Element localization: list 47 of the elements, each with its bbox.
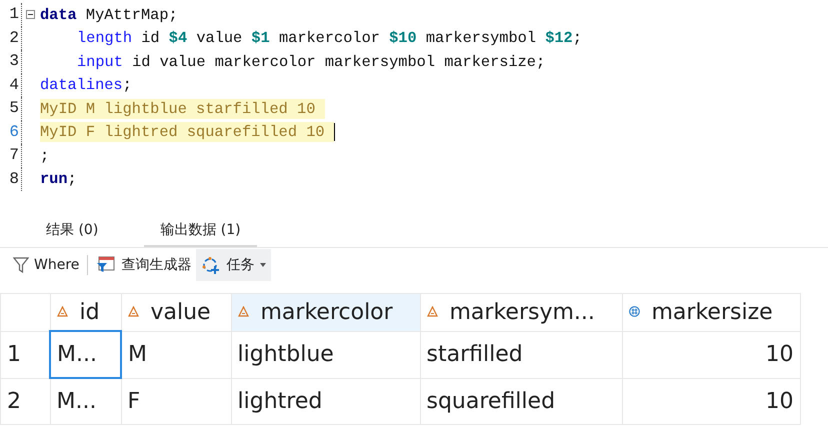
numeric-icon bbox=[628, 306, 640, 317]
table-cell[interactable]: lightblue bbox=[231, 331, 420, 378]
table-cell[interactable]: F bbox=[121, 378, 231, 424]
column-header[interactable]: value bbox=[121, 294, 231, 331]
table-cell[interactable]: M... bbox=[50, 378, 121, 424]
code-line: input id value markercolor markersymbol markersize; bbox=[77, 52, 546, 72]
line-number: 6 bbox=[0, 120, 22, 144]
line-number: 3 bbox=[0, 50, 22, 74]
collapse-icon[interactable] bbox=[26, 10, 34, 20]
table-cell[interactable]: M bbox=[121, 331, 231, 378]
triangle-icon bbox=[56, 306, 68, 316]
line-number: 1 bbox=[0, 3, 22, 26]
code-line: data MyAttrMap; bbox=[40, 4, 178, 25]
triangle-icon bbox=[426, 306, 438, 317]
table-cell[interactable]: starfilled bbox=[420, 331, 622, 378]
column-header[interactable]: markersize bbox=[622, 294, 800, 331]
tasks-icon bbox=[201, 256, 222, 274]
table-cell[interactable]: lightred bbox=[231, 378, 420, 424]
triangle-icon bbox=[238, 306, 248, 317]
table-cell[interactable]: M... bbox=[50, 331, 121, 378]
table-funnel-icon bbox=[96, 256, 116, 274]
line-number: 2 bbox=[0, 26, 22, 50]
row-number: 2 bbox=[0, 378, 50, 424]
triangle-icon bbox=[128, 306, 138, 317]
column-header[interactable]: markersym... bbox=[420, 294, 622, 331]
corner-cell bbox=[0, 294, 50, 331]
line-number: 8 bbox=[0, 168, 22, 191]
code-line: datalines; bbox=[40, 75, 132, 96]
line-number: 5 bbox=[0, 97, 22, 120]
row-number: 1 bbox=[0, 331, 50, 378]
column-header[interactable]: markercolor bbox=[231, 294, 420, 331]
line-number: 4 bbox=[0, 74, 22, 97]
tab[interactable]: 输出数据 (1) bbox=[144, 217, 257, 247]
funnel-icon bbox=[13, 256, 29, 274]
code-line: run; bbox=[40, 169, 77, 190]
column-header[interactable]: id bbox=[50, 294, 121, 331]
table-cell[interactable]: 10 bbox=[622, 378, 800, 424]
tasks-button[interactable]: 任务 bbox=[196, 249, 272, 281]
tab[interactable]: 结果 (0) bbox=[30, 217, 114, 247]
caret-icon bbox=[260, 263, 266, 267]
table-cell[interactable]: 10 bbox=[622, 331, 800, 378]
code-line: length id $4 value $1 markercolor $10 markersymbol $12; bbox=[77, 28, 582, 48]
line-number: 7 bbox=[0, 144, 22, 168]
code-line: ; bbox=[40, 146, 50, 166]
table-cell[interactable]: squarefilled bbox=[420, 378, 622, 424]
query-builder-button[interactable]: 查询生成器 bbox=[91, 249, 196, 281]
where-button[interactable]: Where bbox=[8, 249, 84, 281]
